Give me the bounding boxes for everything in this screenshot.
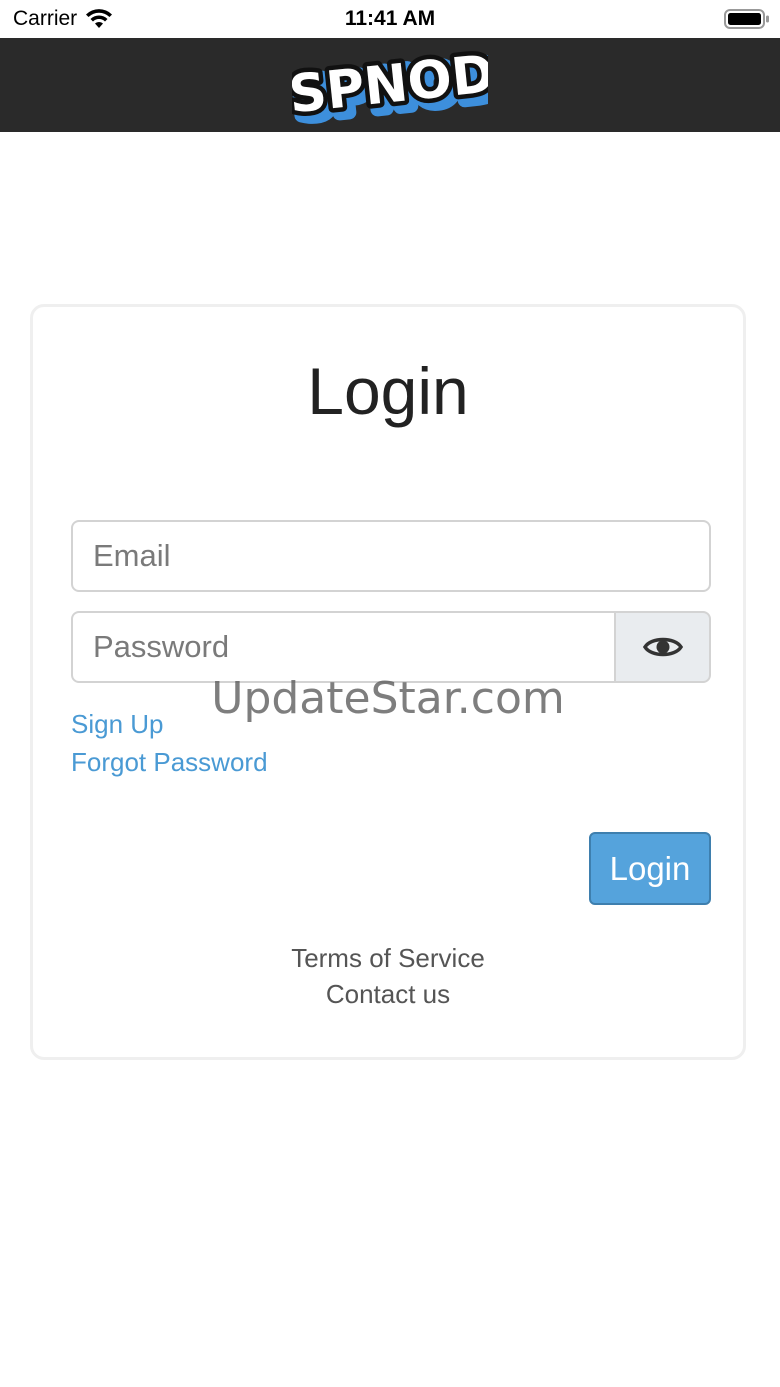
status-bar: Carrier 11:41 AM [0, 0, 780, 38]
contact-us-link[interactable]: Contact us [33, 979, 743, 1010]
page-title: Login [307, 354, 469, 428]
eye-icon [642, 637, 683, 657]
email-field[interactable] [71, 520, 711, 592]
terms-of-service-link[interactable]: Terms of Service [33, 943, 743, 974]
spnod-logo[interactable]: SPNOD SPNOD SPNOD [292, 46, 488, 126]
sign-up-link[interactable]: Sign Up [71, 709, 164, 740]
login-card: Login UpdateStar.com Sign Up Forgot Pass… [30, 304, 746, 1060]
forgot-password-link[interactable]: Forgot Password [71, 747, 268, 778]
battery-icon [724, 9, 769, 29]
login-button[interactable]: Login [589, 832, 711, 905]
top-navbar: SPNOD SPNOD SPNOD [0, 38, 780, 132]
clock: 11:41 AM [344, 7, 436, 30]
password-field[interactable] [71, 611, 616, 683]
show-password-button[interactable] [614, 611, 711, 683]
